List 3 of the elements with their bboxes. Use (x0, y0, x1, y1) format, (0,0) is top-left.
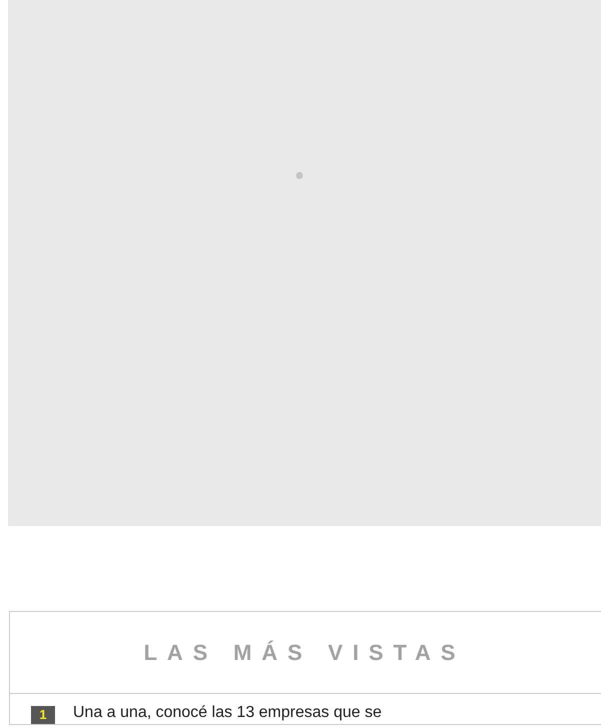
article-link[interactable]: Una a una, conocé las 13 empresas que se (73, 704, 382, 722)
section-title: LAS MÁS VISTAS (144, 639, 466, 667)
rank-number: 1 (31, 706, 55, 724)
